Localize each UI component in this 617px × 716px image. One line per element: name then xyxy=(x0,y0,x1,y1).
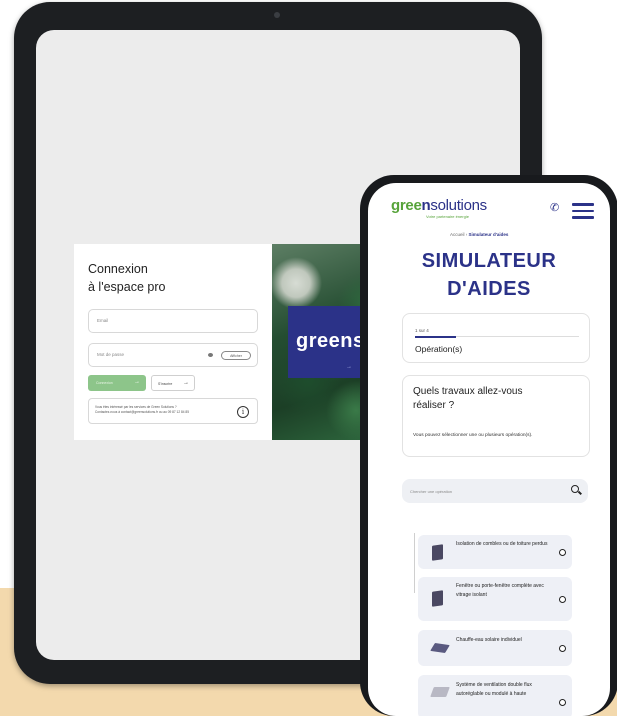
operation-label: Fenêtre ou porte-fenêtre complète avec v… xyxy=(456,583,544,598)
connect-button[interactable]: Connexion → xyxy=(88,375,146,391)
contact-info-box: Vous êtes intéressé par les services de … xyxy=(88,398,258,424)
operation-item[interactable]: Isolation de combles ou de toiture perdu… xyxy=(418,535,572,569)
login-card: Connexion à l'espace pro Email Mot de pa… xyxy=(74,244,392,440)
email-field[interactable]: Email xyxy=(88,309,258,333)
operation-label: Chauffe-eau solaire individuel xyxy=(456,637,522,643)
operation-label: Système de ventilation double flux autor… xyxy=(456,682,532,697)
phone-icon[interactable]: ✆ xyxy=(550,201,559,214)
arrow-right-icon: → xyxy=(346,364,352,370)
breadcrumb: Accueil › Simulateur d'aides xyxy=(450,232,508,237)
page-title-line2: D'AIDES xyxy=(447,278,531,300)
question-title: Quels travaux allez-vous réaliser ? xyxy=(413,386,523,411)
login-title: Connexion à l'espace pro xyxy=(88,260,208,296)
logo-tagline: Votre partenaire énergie xyxy=(426,214,469,219)
camera-icon xyxy=(274,12,280,18)
list-divider xyxy=(414,533,415,593)
breadcrumb-home[interactable]: Accueil xyxy=(450,232,465,237)
arrow-right-icon: → xyxy=(134,379,140,385)
question-card: Quels travaux allez-vous réaliser ? Vous… xyxy=(402,375,590,457)
login-form: Connexion à l'espace pro Email Mot de pa… xyxy=(74,244,272,440)
login-title-line2: à l'espace pro xyxy=(88,280,166,294)
operation-radio[interactable] xyxy=(559,596,566,603)
step-progress-bar xyxy=(415,335,579,338)
breadcrumb-current: Simulateur d'aides xyxy=(468,232,509,237)
operation-label: Isolation de combles ou de toiture perdu… xyxy=(456,541,548,547)
show-password-button[interactable]: Afficher xyxy=(221,351,251,360)
button-row: Connexion → S'inscrire → xyxy=(88,375,258,391)
register-button-label: S'inscrire xyxy=(158,382,173,386)
step-progress-fill xyxy=(415,335,456,338)
page-title: SIMULATEUR D'AIDES xyxy=(368,247,610,303)
operation-item[interactable]: Chauffe-eau solaire individuel xyxy=(418,630,572,666)
register-button[interactable]: S'inscrire → xyxy=(151,375,195,391)
window-icon xyxy=(432,590,443,607)
phone-screen: greensolutions Votre partenaire énergie … xyxy=(368,183,610,716)
operation-item[interactable]: Fenêtre ou porte-fenêtre complète avec v… xyxy=(418,577,572,621)
question-help: Vous pouvez sélectionner une ou plusieur… xyxy=(413,433,533,438)
operation-radio[interactable] xyxy=(559,699,566,706)
login-title-line1: Connexion xyxy=(88,262,148,276)
operation-search-input[interactable]: Chercher une opération xyxy=(402,479,588,503)
arrow-right-icon: → xyxy=(183,380,189,386)
search-placeholder: Chercher une opération xyxy=(410,489,453,494)
email-placeholder: Email xyxy=(97,318,109,323)
connect-button-label: Connexion xyxy=(96,381,113,385)
logo-part-green: gree xyxy=(391,197,422,214)
operation-radio[interactable] xyxy=(559,549,566,556)
page-title-line1: SIMULATEUR xyxy=(421,250,557,272)
info-icon: i xyxy=(237,406,249,418)
step-label: Opération(s) xyxy=(415,344,463,354)
greensolutions-logo[interactable]: greensolutions xyxy=(391,197,487,214)
logo-part-solutions: solutions xyxy=(430,197,487,214)
password-placeholder: Mot de passe xyxy=(97,352,125,357)
hamburger-menu-icon[interactable] xyxy=(572,203,594,223)
solar-panel-icon xyxy=(430,642,450,654)
phone-device: greensolutions Votre partenaire énergie … xyxy=(360,175,617,716)
operation-radio[interactable] xyxy=(559,645,566,652)
step-counter: 1 sur 4 xyxy=(415,328,429,333)
password-field[interactable]: Mot de passe Afficher xyxy=(88,343,258,367)
search-icon[interactable] xyxy=(571,485,579,493)
eye-icon[interactable] xyxy=(208,353,213,357)
info-line-2: Contactez-nous à contact@greensolutions.… xyxy=(95,410,189,414)
step-progress-card: 1 sur 4 Opération(s) xyxy=(402,313,590,363)
ventilation-unit-icon xyxy=(430,687,450,697)
insulation-panel-icon xyxy=(432,544,443,561)
operation-item[interactable]: Système de ventilation double flux autor… xyxy=(418,675,572,716)
